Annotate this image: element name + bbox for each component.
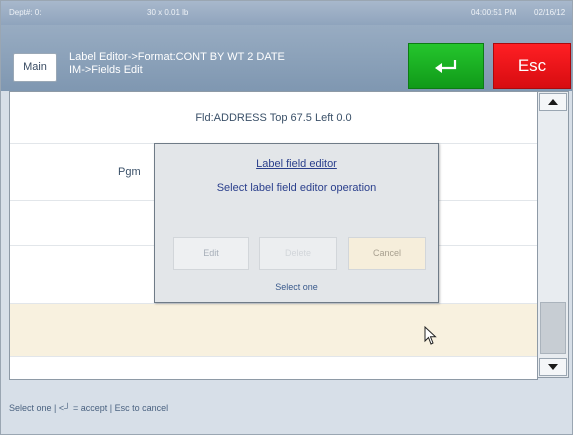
triangle-up-icon: [548, 99, 558, 105]
scroll-up-button[interactable]: [539, 93, 567, 111]
scroll-thumb[interactable]: [540, 302, 566, 354]
weight-readout: 30 x 0.01 lb: [147, 8, 189, 17]
main-button[interactable]: Main: [13, 53, 57, 82]
dialog-footer: Select one: [275, 282, 318, 292]
dialog-message: Select label field editor operation: [216, 182, 377, 194]
app-window: Dept#: 0: 30 x 0.01 lb 04:00:51 PM 02/16…: [0, 0, 573, 435]
dept-indicator: Dept#: 0:: [9, 8, 42, 17]
list-item[interactable]: Fld:ADDRESS Top 67.5 Left 0.0: [10, 92, 537, 144]
enter-button[interactable]: [408, 43, 484, 89]
mouse-pointer-icon: [424, 326, 437, 345]
scroll-down-button[interactable]: [539, 358, 567, 376]
cancel-button[interactable]: Cancel: [348, 237, 426, 270]
list-item-label: [10, 304, 537, 356]
header-bar: Main Label Editor->Format:CONT BY WT 2 D…: [1, 25, 572, 91]
scrollbar[interactable]: [537, 91, 569, 378]
edit-button[interactable]: Edit: [173, 237, 249, 270]
esc-button[interactable]: Esc: [493, 43, 571, 89]
clock-time: 04:00:51 PM: [471, 8, 517, 17]
list-item-label: Fld:ADDRESS Top 67.5 Left 0.0: [195, 111, 352, 124]
clock-date: 02/16/12: [534, 8, 566, 17]
status-bar: Dept#: 0: 30 x 0.01 lb 04:00:51 PM 02/16…: [1, 1, 572, 25]
list-item-label: [10, 357, 537, 379]
page-title: Label Editor->Format:CONT BY WT 2 DATE I…: [69, 51, 389, 77]
delete-button[interactable]: Delete: [259, 237, 337, 270]
list-item[interactable]: [10, 357, 537, 379]
dialog-title: Label field editor: [256, 158, 337, 170]
breadcrumb-line-2: IM->Fields Edit: [69, 64, 143, 76]
list-item-selected[interactable]: [10, 304, 537, 357]
field-editor-dialog: Label field editor Select label field ed…: [154, 143, 439, 303]
enter-arrow-icon: [435, 60, 457, 73]
breadcrumb-line-1: Label Editor->Format:CONT BY WT 2 DATE: [69, 51, 285, 63]
instruction-hint: Select one | <┘ = accept | Esc to cancel: [9, 403, 169, 413]
triangle-down-icon: [548, 364, 558, 370]
